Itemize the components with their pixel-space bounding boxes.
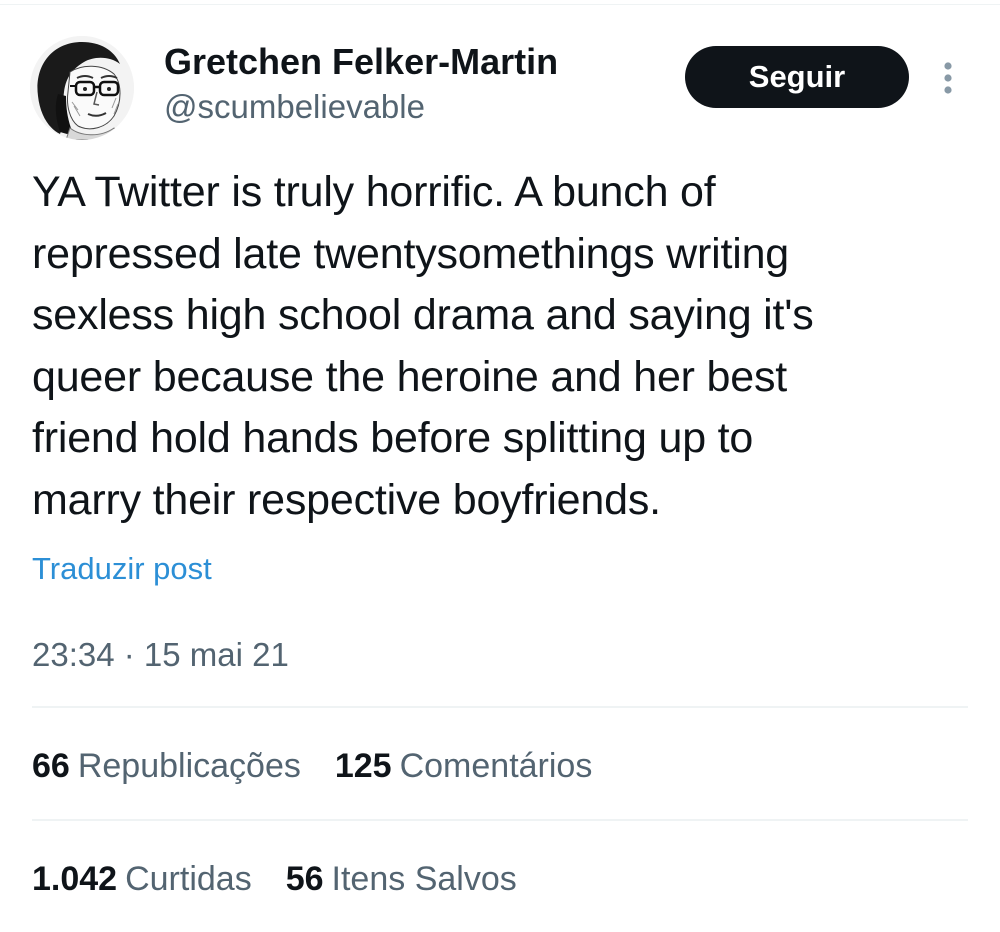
bookmarks-label: Itens Salvos [331, 860, 517, 898]
top-divider [0, 4, 1000, 5]
comments-count: 125 [334, 747, 392, 785]
author-display-name[interactable]: Gretchen Felker-Martin [164, 40, 558, 84]
engagement-row-1: 66 Republicações 125 Comentários [32, 744, 626, 788]
stats-divider-top [32, 706, 968, 708]
post-timestamp[interactable]: 23:34 · 15 mai 21 [32, 634, 289, 676]
comments-label: Comentários [399, 747, 593, 785]
engagement-row-2: 1.042 Curtidas 56 Itens Salvos [32, 857, 551, 901]
portrait-avatar-icon [30, 36, 134, 140]
comments-stat[interactable]: 125 Comentários [335, 744, 592, 788]
reposts-label: Republicações [77, 747, 301, 785]
bookmarks-count: 56 [285, 860, 324, 898]
vertical-ellipsis-icon [944, 62, 952, 94]
follow-button[interactable]: Seguir [685, 46, 909, 108]
likes-stat[interactable]: 1.042 Curtidas [32, 857, 252, 901]
reposts-stat[interactable]: 66 Republicações [32, 744, 301, 788]
author-handle[interactable]: @scumbelievable [164, 86, 425, 128]
likes-count: 1.042 [32, 860, 118, 898]
translate-post-link[interactable]: Traduzir post [32, 549, 212, 589]
more-options-button[interactable] [930, 58, 966, 98]
avatar[interactable] [30, 36, 134, 140]
bookmarks-stat[interactable]: 56 Itens Salvos [286, 857, 517, 901]
reposts-count: 66 [32, 747, 70, 785]
likes-label: Curtidas [125, 860, 252, 898]
post-text: YA Twitter is truly horrific. A bunch of… [32, 168, 814, 524]
stats-divider-middle [32, 819, 968, 821]
